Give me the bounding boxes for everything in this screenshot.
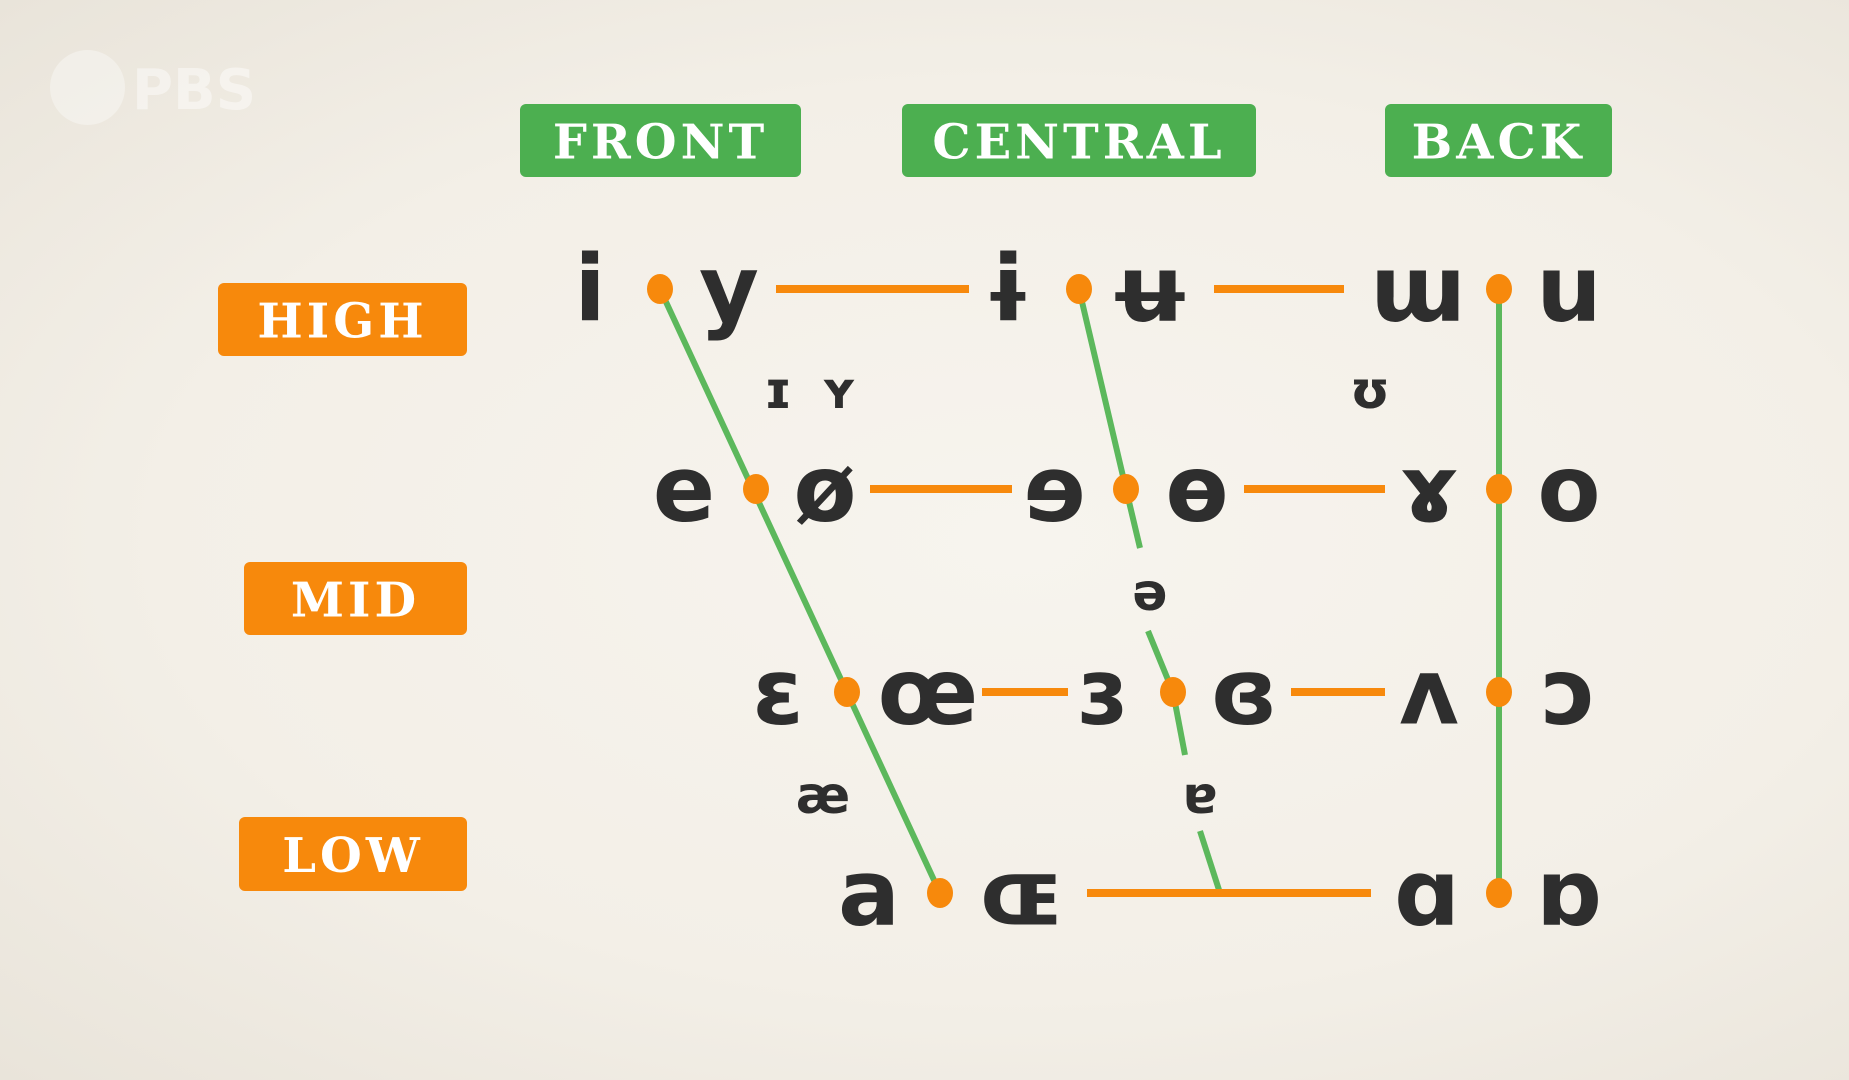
row-label-mid: MID xyxy=(291,573,420,629)
vowel-symbol: ʉ xyxy=(1108,236,1193,343)
vowel-symbol: u xyxy=(1536,236,1602,343)
vowel-symbol: ʊ xyxy=(1350,361,1390,421)
vowel-symbol: ɵ xyxy=(1165,436,1228,543)
vowel-symbol: ɐ xyxy=(1182,766,1217,826)
vowel-dot xyxy=(1160,677,1186,707)
vowel-symbol: ɛ xyxy=(752,639,803,746)
vowel-symbol: ʏ xyxy=(820,361,858,421)
vowel-symbol: ɤ xyxy=(1400,436,1458,543)
vowel-symbol: ɔ xyxy=(1542,639,1597,746)
vowel-symbol: i xyxy=(574,236,606,343)
column-label-front: FRONT xyxy=(553,115,768,171)
vowel-dot xyxy=(1486,474,1512,504)
vowel-symbol: y xyxy=(699,236,759,343)
row-label-low: LOW xyxy=(282,828,423,884)
vowel-symbol: ɶ xyxy=(980,840,1064,947)
row-label-high: HIGH xyxy=(257,294,427,350)
vowel-dot xyxy=(1486,878,1512,908)
vowel-symbol: o xyxy=(1537,436,1600,543)
vowel-dot xyxy=(743,474,769,504)
vowel-symbol: ɘ xyxy=(1024,436,1086,543)
central-line xyxy=(1197,830,1223,894)
vowel-chart: FRONT CENTRAL BACK HIGH MID LOW i y ɨ ʉ ɯ u ɪ ʏ ʊ e ø ɘ ɵ… xyxy=(218,104,1612,947)
vowel-dot xyxy=(834,677,860,707)
vowel-dot xyxy=(1066,274,1092,304)
vowel-symbol: ɑ xyxy=(1394,840,1460,947)
vowel-dot xyxy=(927,878,953,908)
vowel-symbol: ɞ xyxy=(1210,639,1277,746)
vowel-symbol: ø xyxy=(793,436,856,543)
vowel-symbol: e xyxy=(653,436,715,543)
vowel-dot xyxy=(1486,274,1512,304)
vowel-symbol: ʌ xyxy=(1399,639,1459,746)
vowel-dot xyxy=(1486,677,1512,707)
column-label-back: BACK xyxy=(1412,115,1586,171)
vowel-symbol: ɨ xyxy=(983,236,1033,343)
vowel-symbol: œ xyxy=(878,639,979,746)
vowel-dot xyxy=(1113,474,1139,504)
vowel-dot xyxy=(647,274,673,304)
vowel-symbol: ɒ xyxy=(1536,840,1602,947)
vowel-symbol: ɯ xyxy=(1370,236,1466,343)
vowel-symbol: a xyxy=(838,840,900,947)
vowel-symbol: ə xyxy=(1132,563,1167,623)
column-label-central: CENTRAL xyxy=(932,115,1225,171)
vowel-symbol: æ xyxy=(796,766,851,826)
vowel-symbol: ɪ xyxy=(764,361,792,421)
vowel-symbol: ɜ xyxy=(1077,639,1127,746)
